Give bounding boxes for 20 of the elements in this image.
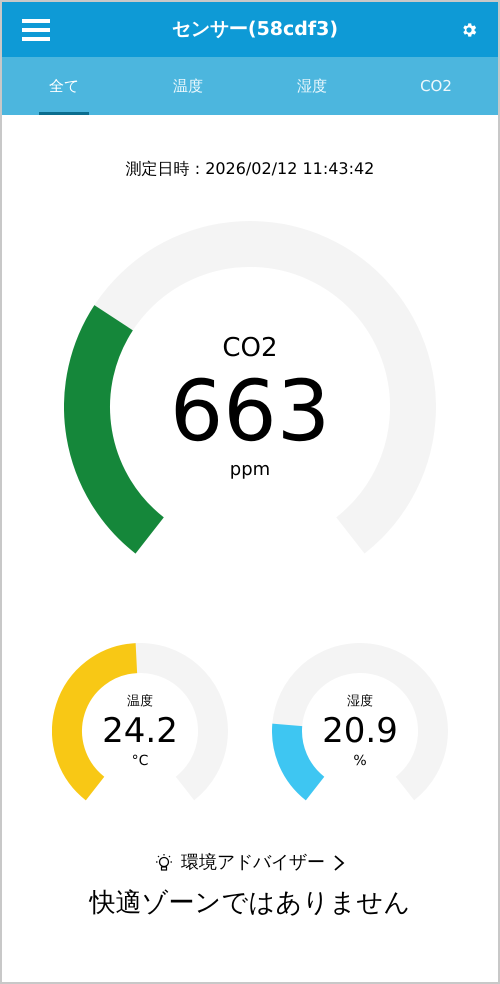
lightbulb-icon — [155, 852, 173, 872]
measurement-time: 測定日時 : 2026/02/12 11:43:42 — [126, 158, 374, 180]
gauge-unit: % — [353, 754, 367, 768]
gauge-value: 24.2 — [102, 714, 178, 748]
menu-icon[interactable] — [22, 18, 50, 40]
gauge-label: 温度 — [127, 694, 153, 708]
tab[interactable]: 全て — [2, 57, 126, 115]
tab[interactable]: 湿度 — [250, 57, 374, 115]
tab[interactable]: 温度 — [126, 57, 250, 115]
window-title: センサー(58cdf3) — [172, 17, 338, 42]
gauge-unit: ppm — [230, 461, 270, 479]
advisor-message: 快適ゾーンではありません — [90, 887, 410, 920]
chevron-right-icon — [333, 854, 345, 872]
advisor-link[interactable]: 環境アドバイザー — [155, 849, 345, 876]
gauge-label: CO2 — [222, 335, 278, 361]
gauge-value: 20.9 — [322, 714, 398, 748]
gauge-unit: °C — [132, 754, 148, 768]
gauge-value: 663 — [170, 369, 330, 453]
gauge-label: 湿度 — [347, 694, 373, 708]
tab[interactable]: CO2 — [374, 57, 498, 115]
